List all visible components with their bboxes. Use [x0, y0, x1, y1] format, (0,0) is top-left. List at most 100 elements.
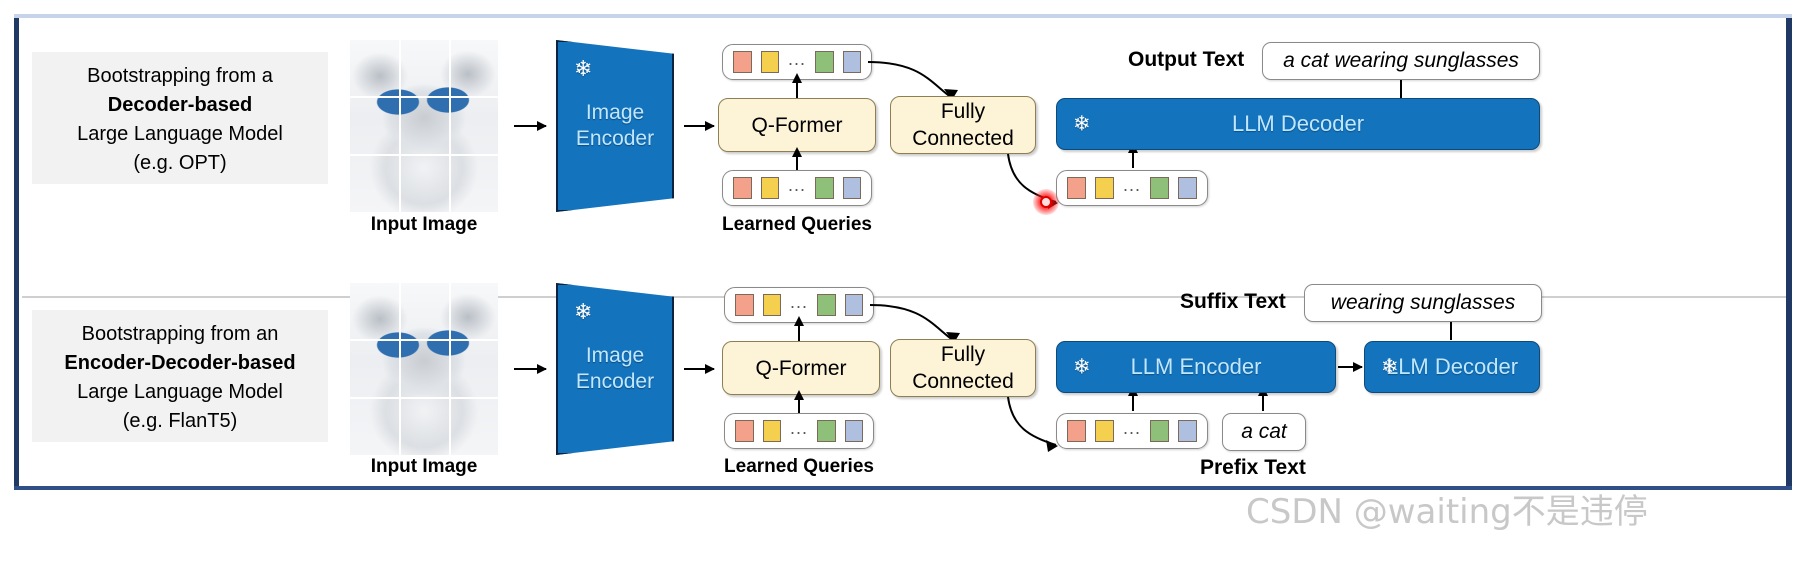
input-image-thumbnail-bottom — [350, 283, 498, 455]
description-box-decoder-based: Bootstrapping from a Decoder-based Large… — [32, 52, 328, 184]
desc-line-1: Bootstrapping from a — [87, 65, 273, 87]
arrow-llm-decoder-to-output-text — [1396, 69, 1406, 98]
watermark: CSDN @waiting不是违停 — [1246, 492, 1648, 532]
click-marker — [1033, 189, 1059, 215]
output-text-label: Output Text — [1128, 48, 1245, 71]
grid-line-h — [350, 154, 498, 156]
click-marker-ring — [1040, 196, 1052, 208]
fully-connected-bottom[interactable]: Fully Connected — [890, 339, 1036, 397]
input-image-caption-top: Input Image — [370, 214, 478, 235]
desc-line-3: Large Language Model — [77, 123, 283, 145]
snowflake-frozen-icon: ❄ — [574, 299, 593, 324]
token-swatch-4 — [842, 177, 862, 199]
fc-label-line1: Fully — [940, 100, 986, 123]
token-ellipsis: ... — [790, 418, 809, 438]
llm-decoder-top[interactable]: ❄ LLM Decoder — [1056, 98, 1540, 150]
input-image-caption-bottom: Input Image — [370, 456, 478, 477]
grid-line-v — [399, 283, 401, 455]
cat-photo — [350, 283, 498, 455]
projected-tokens-top[interactable]: ... — [1056, 170, 1208, 206]
grid-line-v — [449, 40, 451, 212]
llm-encoder-label: LLM Encoder — [1130, 354, 1262, 379]
learned-queries-caption-top: Learned Queries — [722, 214, 872, 235]
fc-label-line1: Fully — [940, 343, 986, 366]
arrow-tokens-to-llm-decoder-top — [1128, 143, 1138, 168]
suffix-text-label: Suffix Text — [1180, 290, 1286, 313]
projected-tokens-bottom[interactable]: ... — [1056, 413, 1208, 449]
token-swatch-4 — [844, 420, 864, 442]
token-swatch-3 — [1150, 177, 1170, 199]
token-swatch-4 — [844, 294, 864, 316]
token-ellipsis: ... — [1123, 418, 1142, 438]
token-ellipsis: ... — [788, 175, 807, 195]
desc-line-4: (e.g. OPT) — [133, 152, 227, 174]
cat-photo — [350, 40, 498, 212]
llm-decoder-label-bottom: LLM Decoder — [1385, 354, 1519, 379]
llm-encoder-bottom[interactable]: ❄ LLM Encoder — [1056, 341, 1336, 393]
arrow-encoder-to-qformer-top — [684, 121, 715, 131]
desc-line-4: (e.g. FlanT5) — [122, 410, 238, 432]
fully-connected-top[interactable]: Fully Connected — [890, 96, 1036, 154]
token-swatch-3 — [1150, 420, 1170, 442]
learned-queries-caption-bottom: Learned Queries — [724, 456, 874, 477]
snowflake-frozen-icon: ❄ — [1381, 355, 1399, 379]
encoder-label-line1: Image — [585, 344, 645, 367]
description-box-encoder-decoder-based: Bootstrapping from an Encoder-Decoder-ba… — [32, 310, 328, 442]
token-swatch-1 — [1067, 420, 1086, 442]
panel-border-top — [14, 14, 1792, 18]
learned-queries-bottom[interactable]: ... — [724, 413, 874, 449]
token-swatch-1 — [733, 51, 752, 73]
token-ellipsis: ... — [1123, 175, 1142, 195]
q-former-bottom[interactable]: Q-Former — [722, 341, 880, 395]
arrow-prefix-to-llm-encoder — [1258, 386, 1268, 411]
figure-root: Bootstrapping from a Decoder-based Large… — [0, 0, 1808, 584]
token-swatch-2 — [760, 51, 779, 73]
image-encoder-top[interactable]: ❄ Image Encoder — [556, 40, 674, 212]
token-swatch-1 — [1067, 177, 1086, 199]
q-former-top[interactable]: Q-Former — [718, 98, 876, 152]
llm-decoder-label-top: LLM Decoder — [1231, 111, 1365, 136]
arrow-tokens-to-llm-encoder — [1128, 386, 1138, 411]
token-ellipsis: ... — [788, 49, 807, 69]
prefix-text-value[interactable]: a cat — [1222, 413, 1306, 451]
image-encoder-bottom[interactable]: ❄ Image Encoder — [556, 283, 674, 455]
token-swatch-4 — [842, 51, 862, 73]
token-swatch-2 — [1095, 177, 1114, 199]
token-swatch-3 — [817, 294, 836, 316]
input-image-thumbnail-top — [350, 40, 498, 212]
snowflake-frozen-icon: ❄ — [574, 56, 593, 81]
fc-label-line2: Connected — [912, 127, 1014, 150]
learned-queries-top[interactable]: ... — [722, 170, 872, 206]
token-swatch-1 — [735, 420, 754, 442]
suffix-text-value[interactable]: wearing sunglasses — [1304, 284, 1542, 322]
fc-label-line2: Connected — [912, 370, 1014, 393]
desc-line-3: Large Language Model — [77, 381, 283, 403]
snowflake-frozen-icon: ❄ — [1073, 355, 1091, 379]
image-encoder-label-bottom: Image Encoder — [558, 343, 672, 395]
panel-border-right — [1786, 14, 1792, 490]
arrow-llm-decoder-to-suffix-text — [1446, 311, 1456, 340]
desc-line-1: Bootstrapping from an — [81, 323, 279, 345]
token-swatch-4 — [1178, 177, 1198, 199]
grid-line-h — [350, 397, 498, 399]
output-text-value[interactable]: a cat wearing sunglasses — [1262, 42, 1540, 80]
arrow-llm-encoder-to-llm-decoder — [1338, 362, 1363, 372]
encoder-label-line2: Encoder — [575, 127, 655, 150]
grid-line-h — [350, 339, 498, 341]
prefix-text-label: Prefix Text — [1200, 456, 1306, 479]
image-encoder-label-top: Image Encoder — [558, 100, 672, 152]
token-swatch-1 — [733, 177, 752, 199]
desc-line-2: Encoder-Decoder-based — [64, 352, 296, 374]
token-swatch-2 — [1095, 420, 1114, 442]
token-swatch-3 — [817, 420, 836, 442]
grid-line-v — [399, 40, 401, 212]
arrow-image-to-encoder-top — [514, 121, 547, 131]
token-ellipsis: ... — [790, 292, 809, 312]
panel-border-left — [14, 14, 19, 490]
grid-line-v — [449, 283, 451, 455]
token-swatch-2 — [762, 420, 781, 442]
desc-line-2: Decoder-based — [107, 94, 253, 116]
llm-decoder-bottom[interactable]: ❄ LLM Decoder — [1364, 341, 1540, 393]
token-swatch-3 — [815, 51, 834, 73]
arrow-qformer-to-output-tokens-top — [792, 73, 802, 98]
